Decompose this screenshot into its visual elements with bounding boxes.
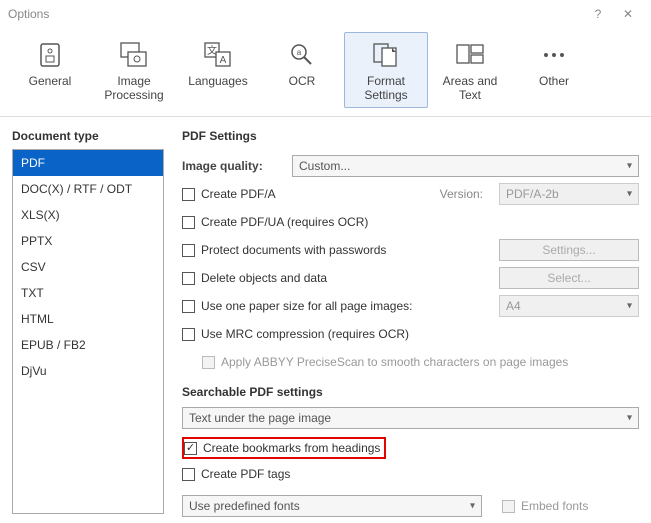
help-icon: ? — [595, 7, 602, 21]
create-pdfua-checkbox[interactable] — [182, 216, 195, 229]
toolbar-ocr[interactable]: a OCR — [260, 32, 344, 108]
chevron-down-icon: ▾ — [627, 413, 632, 424]
toolbar-image-processing[interactable]: Image Processing — [92, 32, 176, 108]
toolbar-label: Languages — [188, 75, 247, 103]
chevron-down-icon: ▾ — [627, 189, 632, 200]
delete-objects-checkbox[interactable] — [182, 272, 195, 285]
image-quality-select[interactable]: Custom... ▾ — [292, 155, 639, 177]
toolbar-general[interactable]: General — [8, 32, 92, 108]
chevron-down-icon: ▾ — [627, 301, 632, 312]
fonts-mode-value: Use predefined fonts — [189, 499, 300, 513]
embed-fonts-label: Embed fonts — [521, 499, 588, 513]
one-paper-label: Use one paper size for all page images: — [201, 299, 412, 313]
format-settings-icon — [370, 39, 402, 71]
svg-text:A: A — [220, 55, 227, 66]
mrc-checkbox[interactable] — [182, 328, 195, 341]
version-select[interactable]: PDF/A-2b ▾ — [499, 183, 639, 205]
other-icon — [538, 39, 570, 71]
document-type-list[interactable]: PDF DOC(X) / RTF / ODT XLS(X) PPTX CSV T… — [12, 149, 164, 514]
toolbar: General Image Processing 文A Languages a … — [0, 28, 651, 117]
document-type-label: Document type — [12, 129, 164, 143]
right-column: PDF Settings Image quality: Custom... ▾ … — [182, 129, 639, 521]
close-icon: ✕ — [623, 7, 633, 21]
image-quality-label: Image quality: — [182, 159, 292, 173]
languages-icon: 文A — [202, 39, 234, 71]
toolbar-label: Image Processing — [104, 75, 163, 103]
list-item-pptx[interactable]: PPTX — [13, 228, 163, 254]
image-quality-value: Custom... — [299, 159, 350, 173]
titlebar: Options ? ✕ — [0, 0, 651, 28]
settings-button[interactable]: Settings... — [499, 239, 639, 261]
paper-size-value: A4 — [506, 299, 521, 313]
list-item-pdf[interactable]: PDF — [13, 150, 163, 176]
protect-checkbox[interactable] — [182, 244, 195, 257]
bookmarks-checkbox[interactable] — [184, 442, 197, 455]
list-item-xlsx[interactable]: XLS(X) — [13, 202, 163, 228]
toolbar-other[interactable]: Other — [512, 32, 596, 108]
list-item-csv[interactable]: CSV — [13, 254, 163, 280]
toolbar-areas-text[interactable]: Areas and Text — [428, 32, 512, 108]
create-pdfua-label: Create PDF/UA (requires OCR) — [201, 215, 368, 229]
toolbar-format-settings[interactable]: Format Settings — [344, 32, 428, 108]
toolbar-label: OCR — [289, 75, 316, 103]
ocr-icon: a — [286, 39, 318, 71]
close-button[interactable]: ✕ — [613, 0, 643, 28]
protect-label: Protect documents with passwords — [201, 243, 386, 257]
svg-text:a: a — [297, 48, 302, 57]
list-item-html[interactable]: HTML — [13, 306, 163, 332]
general-icon — [34, 39, 66, 71]
create-pdfa-label: Create PDF/A — [201, 187, 276, 201]
toolbar-label: Areas and Text — [431, 75, 509, 103]
precisescan-label: Apply ABBYY PreciseScan to smooth charac… — [221, 355, 568, 369]
bookmarks-highlight: Create bookmarks from headings — [182, 437, 386, 459]
delete-objects-label: Delete objects and data — [201, 271, 327, 285]
list-item-txt[interactable]: TXT — [13, 280, 163, 306]
toolbar-languages[interactable]: 文A Languages — [176, 32, 260, 108]
toolbar-label: Other — [539, 75, 569, 103]
paper-size-select[interactable]: A4 ▾ — [499, 295, 639, 317]
fonts-mode-select[interactable]: Use predefined fonts ▾ — [182, 495, 482, 517]
bookmarks-label: Create bookmarks from headings — [203, 441, 380, 455]
version-value: PDF/A-2b — [506, 187, 559, 201]
embed-fonts-checkbox — [502, 500, 515, 513]
one-paper-checkbox[interactable] — [182, 300, 195, 313]
searchable-mode-value: Text under the page image — [189, 411, 331, 425]
chevron-down-icon: ▾ — [470, 501, 475, 512]
select-button[interactable]: Select... — [499, 267, 639, 289]
tags-label: Create PDF tags — [201, 467, 290, 481]
left-column: Document type PDF DOC(X) / RTF / ODT XLS… — [12, 129, 164, 521]
create-pdfa-checkbox[interactable] — [182, 188, 195, 201]
list-item-docx[interactable]: DOC(X) / RTF / ODT — [13, 176, 163, 202]
version-label: Version: — [440, 187, 483, 201]
areas-text-icon — [454, 39, 486, 71]
list-item-djvu[interactable]: DjVu — [13, 358, 163, 384]
mrc-label: Use MRC compression (requires OCR) — [201, 327, 409, 341]
searchable-mode-select[interactable]: Text under the page image ▾ — [182, 407, 639, 429]
pdf-settings-title: PDF Settings — [182, 129, 639, 143]
toolbar-label: Format Settings — [364, 75, 407, 103]
searchable-title: Searchable PDF settings — [182, 385, 639, 399]
image-processing-icon — [118, 39, 150, 71]
precisescan-checkbox — [202, 356, 215, 369]
tags-checkbox[interactable] — [182, 468, 195, 481]
toolbar-label: General — [29, 75, 72, 103]
list-item-epub[interactable]: EPUB / FB2 — [13, 332, 163, 358]
window-title: Options — [8, 7, 583, 21]
help-button[interactable]: ? — [583, 0, 613, 28]
chevron-down-icon: ▾ — [627, 161, 632, 172]
content: Document type PDF DOC(X) / RTF / ODT XLS… — [0, 117, 651, 521]
